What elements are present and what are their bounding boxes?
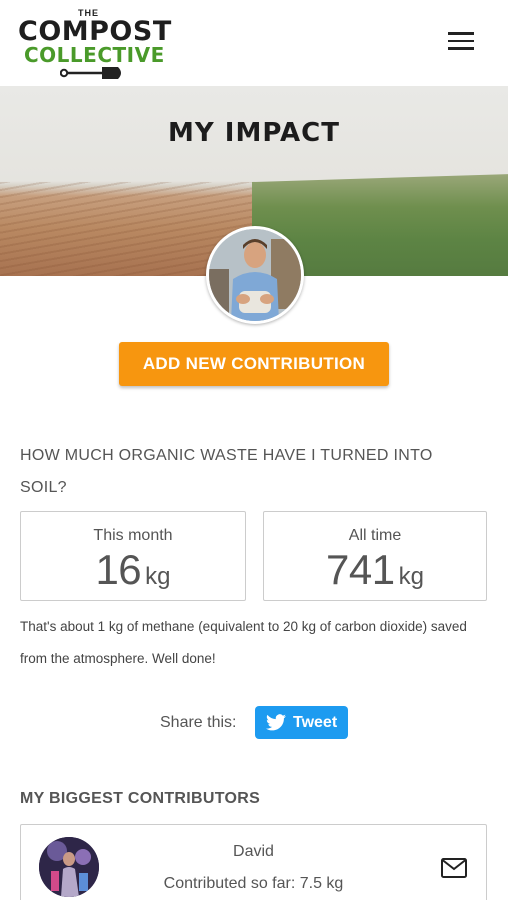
this-month-value: 16: [95, 546, 142, 593]
this-month-unit: kg: [145, 563, 171, 590]
compost-collective-logo[interactable]: THE COMPOST COLLECTIVE: [16, 8, 171, 82]
all-time-stat-card: All time 741 kg: [263, 511, 487, 601]
biggest-contributors-heading: MY BIGGEST CONTRIBUTORS: [20, 790, 261, 807]
methane-summary-text: That's about 1 kg of methane (equivalent…: [20, 619, 467, 666]
twitter-bird-icon: [266, 714, 286, 731]
all-time-value: 741: [326, 546, 395, 593]
add-new-contribution-button[interactable]: ADD NEW CONTRIBUTION: [119, 342, 389, 386]
all-time-unit: kg: [398, 563, 424, 590]
all-time-label: All time: [348, 527, 402, 544]
share-row: Share this: Tweet: [0, 705, 508, 739]
hamburger-menu-icon[interactable]: [448, 32, 476, 54]
profile-photo: [209, 229, 301, 321]
contributor-amount: Contributed so far: 7.5 kg: [163, 875, 344, 892]
mail-icon[interactable]: [441, 858, 467, 878]
share-label: Share this:: [160, 714, 237, 731]
spade-icon: [60, 67, 121, 79]
app-header: THE COMPOST COLLECTIVE: [0, 0, 508, 86]
impact-question-heading: HOW MUCH ORGANIC WASTE HAVE I TURNED INT…: [20, 447, 433, 496]
this-month-stat-card: This month 16 kg: [20, 511, 246, 601]
this-month-label: This month: [93, 527, 173, 544]
profile-avatar[interactable]: [206, 226, 304, 324]
tweet-button[interactable]: Tweet: [255, 706, 348, 739]
tweet-label: Tweet: [293, 714, 338, 731]
page-title: MY IMPACT: [168, 118, 340, 148]
contributor-name: David: [233, 843, 274, 860]
logo-collective-text: COLLECTIVE: [24, 43, 165, 67]
contributor-card: David Contributed so far: 7.5 kg: [20, 824, 487, 900]
